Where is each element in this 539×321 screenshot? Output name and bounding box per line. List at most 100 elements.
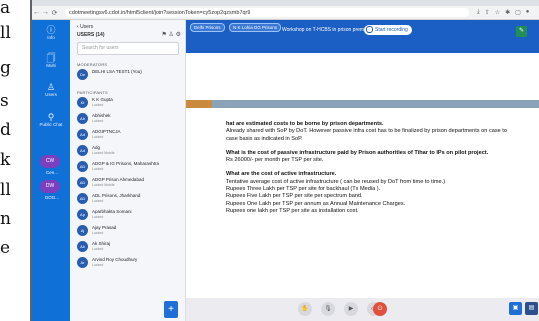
user-name: Arvind Roy Choudhury xyxy=(92,257,138,262)
user-name: Ajay Prasad xyxy=(92,225,117,230)
moderators-label: MODERATORS xyxy=(77,62,108,67)
rail-chat[interactable]: ⚲ Public Chat xyxy=(32,112,70,127)
layout-icon[interactable]: ▤ xyxy=(525,302,538,315)
user-status: Locked xyxy=(92,247,104,251)
users-panel: ‹ Users USERS (14) ⚑ ♙ ⚙ Search for user… xyxy=(70,20,186,321)
slide-line: Already shared with SoP by DoT. However … xyxy=(226,128,507,135)
margin-letter: g xyxy=(0,58,11,78)
margin-letter: ll xyxy=(0,23,11,43)
list-item[interactable]: Ad ADGIPTNCJA Locked xyxy=(77,127,185,143)
avatar[interactable]: DW xyxy=(40,180,60,193)
start-recording-button[interactable]: Start recording xyxy=(364,25,412,35)
slide-line: What are the cost of active infrastructu… xyxy=(226,171,337,178)
avatar: AD xyxy=(77,193,88,204)
list-item[interactable]: AD ADL Prisons, Jharkhand Locked xyxy=(77,191,185,207)
margin-letter: ll xyxy=(0,180,11,200)
user-name: Ak Shiraj xyxy=(92,241,111,246)
list-item[interactable]: De DELHI LSA TEST1 (You) xyxy=(77,67,185,83)
avatar: Ar xyxy=(77,257,88,268)
user-status: Locked xyxy=(92,263,104,267)
breakout-pill[interactable]: Delhi Prisons xyxy=(190,23,225,32)
avatar: Aj xyxy=(77,225,88,236)
slide-content: hat are estimated costs to be borne by p… xyxy=(226,121,536,215)
list-item[interactable]: Kt K K Gupta Locked xyxy=(77,95,185,111)
presentation-icon[interactable]: ▣ xyxy=(509,302,522,315)
margin-letter: d xyxy=(0,120,11,140)
rail-users-label: Users xyxy=(45,92,57,97)
user-icon: ♙ xyxy=(46,82,56,92)
user-name: Adg xyxy=(92,145,101,150)
rail-info-label: Info xyxy=(47,35,55,40)
document-icon: 🗍 xyxy=(46,53,56,63)
hand-icon[interactable]: ✋ xyxy=(298,302,312,316)
rail-chat-label: Public Chat xyxy=(39,122,63,127)
meeting-title: Workshop on T-HCBS in prison premises xyxy=(282,27,373,33)
list-item[interactable]: Ap Aparbhakta Somani Locked xyxy=(77,207,185,223)
address-bar[interactable]: cdotmeetingsv6.cdot.in/html5client/join?… xyxy=(65,8,469,17)
download-icon[interactable]: ⤓ xyxy=(477,9,480,16)
slide-line: case basis as indicated in SoP. xyxy=(226,135,303,142)
window-icon[interactable]: ▢ xyxy=(515,9,521,16)
list-item[interactable]: Aj Ajay Prasad Locked xyxy=(77,223,185,239)
margin-letter: s xyxy=(0,91,9,111)
list-item[interactable]: Ad Adg Locked Mobile xyxy=(77,143,185,159)
user-name: K K Gupta xyxy=(92,97,113,102)
filter-icon[interactable]: ⚑ xyxy=(161,32,166,38)
user-status: Locked xyxy=(92,215,104,219)
avatar: AD xyxy=(77,177,88,188)
bottom-toolbar xyxy=(186,298,539,321)
slide-accent-bar xyxy=(186,100,212,108)
list-item[interactable]: AD ADGP Prison Ahmedabad Locked Mobile xyxy=(77,175,185,191)
user-name: DELHI LSA TEST1 (You) xyxy=(92,69,142,74)
actions-button[interactable]: + xyxy=(164,301,178,318)
user-name: ADGP & IG Prisons, Maharashtra xyxy=(92,161,159,166)
breakout-pill[interactable]: N K Lohia DG Prisons xyxy=(229,23,282,32)
list-item[interactable]: Ak Ak Shiraj Locked xyxy=(77,239,185,255)
panel-header-label: Users xyxy=(80,24,94,30)
slide-line: hat are estimated costs to be borne by p… xyxy=(226,121,384,127)
pill-label: Delhi Prisons xyxy=(194,25,221,30)
list-item[interactable]: AD ADGP & IG Prisons, Maharashtra Locked xyxy=(77,159,185,175)
slide-gap xyxy=(226,143,536,150)
avatar: Ad xyxy=(77,145,88,156)
avatar: AD xyxy=(77,161,88,172)
panel-header[interactable]: ‹ Users xyxy=(70,20,185,30)
search-icon: ⚲ xyxy=(47,112,55,122)
slide-line: Rupees Three Lakh per TSP per site for b… xyxy=(226,186,381,193)
profile-icon[interactable]: ● xyxy=(526,9,530,16)
slide-header-bar xyxy=(212,100,539,108)
rail-avatar-label: DOG... xyxy=(44,195,59,200)
rail-info[interactable]: ⓘ Info xyxy=(32,25,70,40)
user-status: Locked xyxy=(92,135,104,139)
leave-icon[interactable]: ⏻ xyxy=(373,302,387,316)
microphone-icon[interactable]: 🎙 xyxy=(321,302,335,316)
extension-icon[interactable]: ✱ xyxy=(505,9,510,16)
camera-icon[interactable]: ▶ xyxy=(344,302,358,316)
margin-letter: e xyxy=(0,238,11,258)
user-name: ADGIPTNCJA xyxy=(92,129,121,134)
edit-icon[interactable]: ✎ xyxy=(516,26,527,37)
gear-icon[interactable]: ⚙ xyxy=(176,32,181,38)
avatar: Ak xyxy=(77,241,88,252)
back-icon[interactable]: ← xyxy=(32,9,41,16)
user-status: Locked Mobile xyxy=(92,151,115,155)
user-status: Locked xyxy=(92,167,104,171)
rail-users[interactable]: ♙ Users xyxy=(32,82,70,97)
slide-line: Rupees Five Lakh per TSP per site per sp… xyxy=(226,193,363,200)
user-status: Locked xyxy=(92,103,104,107)
star-icon[interactable]: ☆ xyxy=(495,9,500,16)
avatar[interactable]: CW xyxy=(40,155,60,168)
search-input[interactable]: Search for users xyxy=(77,42,179,55)
list-item[interactable]: Ar Arvind Roy Choudhury Locked xyxy=(77,255,185,271)
user-add-icon[interactable]: ♙ xyxy=(169,32,174,38)
reload-icon[interactable]: ⟳ xyxy=(50,9,59,17)
list-item[interactable]: Ab Abhishek Locked xyxy=(77,111,185,127)
start-recording-label: Start recording xyxy=(375,27,408,33)
share-icon[interactable]: ⇪ xyxy=(485,9,490,16)
rail-multi-label: Multi xyxy=(46,63,56,68)
user-status: Locked xyxy=(92,119,104,123)
rail-multi[interactable]: 🗍 Multi xyxy=(32,53,70,68)
forward-icon[interactable]: → xyxy=(41,9,50,16)
participants-label: PARTICIPANTS xyxy=(77,90,108,95)
user-name: ADL Prisons, Jharkhand xyxy=(92,193,141,198)
